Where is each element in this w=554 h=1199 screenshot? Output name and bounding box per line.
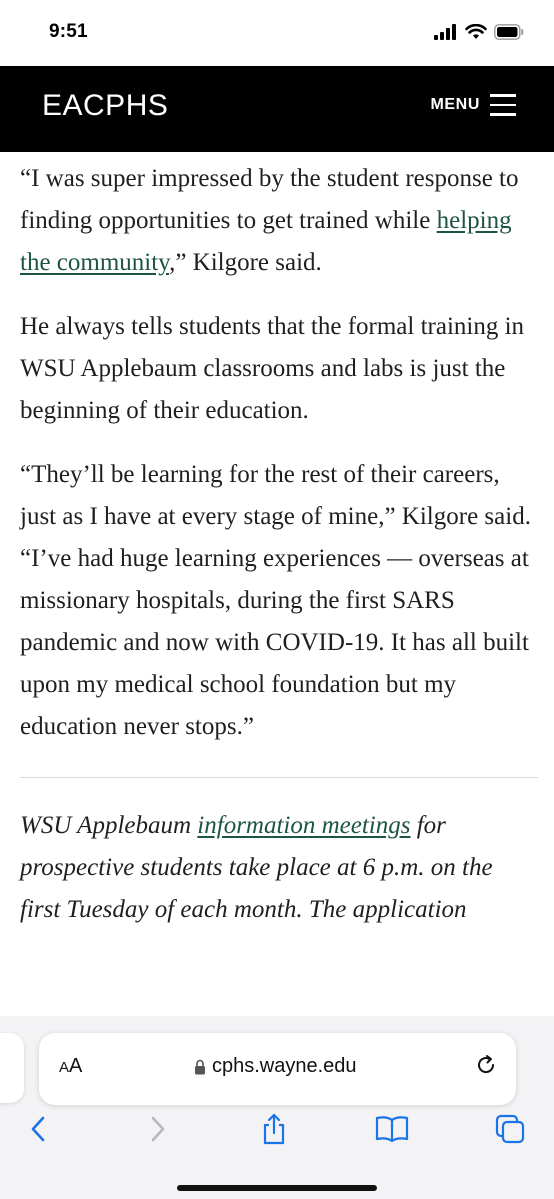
paragraph-text: ,” Kilgore said.	[169, 249, 322, 276]
status-time: 9:51	[49, 21, 88, 42]
reload-button[interactable]	[474, 1053, 498, 1082]
back-icon	[31, 1116, 45, 1142]
note-text: WSU Applebaum	[20, 812, 198, 839]
article-paragraph-quote: “I was super impressed by the student re…	[20, 158, 538, 284]
lock-icon	[195, 1059, 205, 1074]
information-meetings-note: WSU Applebaum information meetings for p…	[20, 805, 538, 931]
information-meetings-link[interactable]: information meetings	[197, 812, 410, 839]
article-content: “I was super impressed by the student re…	[20, 158, 538, 931]
aa-small: A	[59, 1059, 70, 1076]
hamburger-icon	[490, 94, 516, 116]
menu-label: MENU	[430, 96, 480, 113]
previous-tab-preview[interactable]	[0, 1033, 24, 1103]
article-paragraph-careers: “They’ll be learning for the rest of the…	[20, 461, 531, 740]
menu-button[interactable]: MENU	[430, 94, 516, 116]
share-button[interactable]	[254, 1109, 294, 1149]
wifi-icon	[465, 24, 487, 39]
forward-button[interactable]	[138, 1109, 178, 1149]
page-settings-button[interactable]: AA	[59, 1055, 82, 1078]
content-divider	[20, 777, 538, 778]
bookmarks-icon	[375, 1116, 409, 1143]
home-indicator[interactable]	[177, 1185, 377, 1191]
status-icons	[434, 24, 524, 40]
share-icon	[263, 1113, 285, 1145]
site-title[interactable]: EACPHS	[42, 89, 168, 123]
bookmarks-button[interactable]	[372, 1109, 412, 1149]
url-display[interactable]: cphs.wayne.edu	[194, 1055, 357, 1078]
aa-large: A	[69, 1055, 83, 1077]
article-paragraph-training: He always tells students that the formal…	[20, 313, 525, 424]
browser-bottom-bar: AA cphs.wayne.edu	[0, 1017, 554, 1199]
signal-icon	[434, 24, 456, 40]
battery-icon	[494, 24, 524, 40]
address-bar[interactable]: AA cphs.wayne.edu	[39, 1033, 516, 1105]
tabs-icon	[495, 1114, 525, 1144]
browser-toolbar	[0, 1109, 554, 1163]
site-header: EACPHS MENU	[0, 66, 554, 152]
status-bar: 9:51	[0, 0, 554, 66]
tabs-button[interactable]	[490, 1109, 530, 1149]
url-text: cphs.wayne.edu	[212, 1055, 357, 1077]
back-button[interactable]	[18, 1109, 58, 1149]
forward-icon	[151, 1116, 165, 1142]
reload-icon	[478, 1055, 495, 1074]
